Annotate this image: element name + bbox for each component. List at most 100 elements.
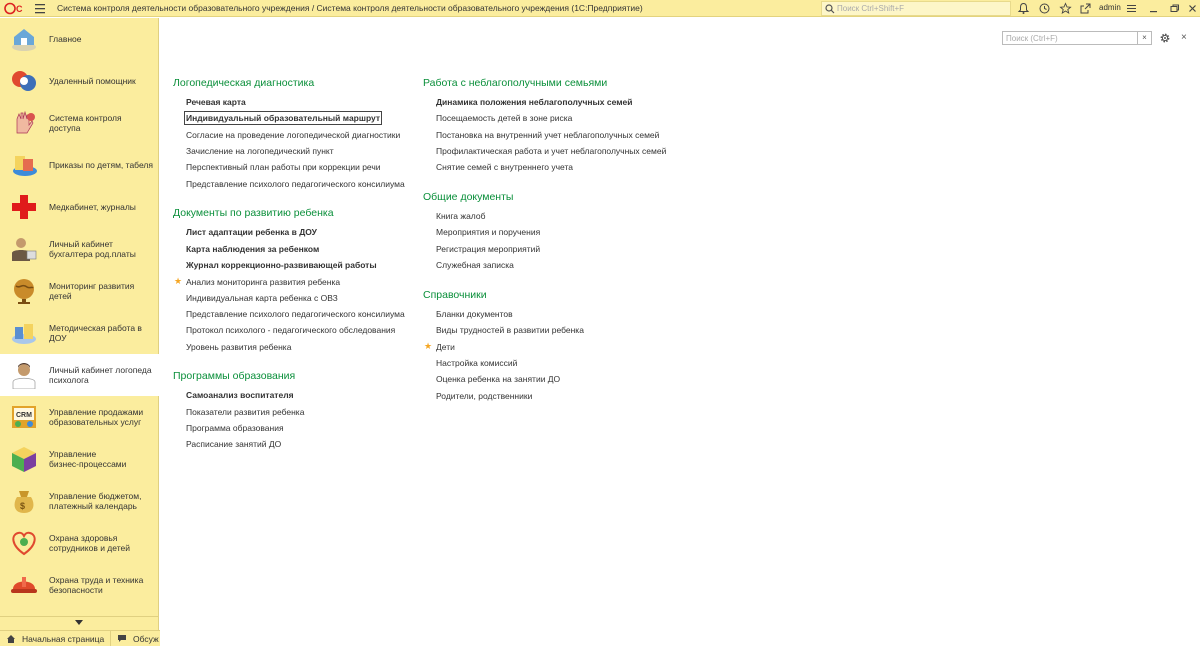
sidebar-item-speech-therapist[interactable]: Личный кабинет логопеда психолога (0, 354, 159, 396)
history-icon[interactable] (1038, 2, 1051, 15)
1c-logo-icon[interactable]: С (4, 2, 28, 15)
link-correction-journal[interactable]: Журнал коррекционно-развивающей работы (186, 260, 377, 270)
link-individual-route[interactable]: Индивидуальный образовательный маршрут (183, 111, 383, 125)
accountant-icon (12, 238, 37, 261)
sidebar-item-label: Личный кабинет логопеда психолога (49, 365, 152, 385)
link-council-presentation[interactable]: Представление психолого педагогического … (186, 179, 405, 189)
remote-assistant-icon (12, 71, 36, 91)
tab-label: Начальная страница (22, 634, 105, 644)
link-correction-plan[interactable]: Перспективный план работы при коррекции … (186, 162, 381, 172)
link-speech-card[interactable]: Речевая карта (186, 97, 246, 107)
link-council-presentation-2[interactable]: Представление психолого педагогического … (186, 309, 405, 319)
close-icon[interactable] (1186, 2, 1199, 15)
link-class-schedule[interactable]: Расписание занятий ДО (186, 439, 281, 449)
section-title-families: Работа с неблагополучными семьями (423, 77, 608, 89)
link-lesson-assessment[interactable]: Оценка ребенка на занятии ДО (436, 374, 560, 384)
link-adaptation-sheet[interactable]: Лист адаптации ребенка в ДОУ (186, 227, 317, 237)
sidebar-item-monitoring[interactable]: Мониторинг развития детей (0, 270, 159, 312)
sidebar-item-accountant[interactable]: Личный кабинет бухгалтера род.платы (0, 228, 159, 270)
home-icon (7, 635, 15, 643)
tab-discussions[interactable]: Обсуж (110, 631, 160, 646)
svg-text:$: $ (20, 501, 25, 511)
sidebar-item-health[interactable]: Охрана здоровья сотрудников и детей (0, 522, 159, 564)
sidebar-item-label: Система контроля доступа (49, 113, 122, 133)
section-title-child-development: Документы по развитию ребенка (173, 207, 334, 219)
minimize-icon[interactable] (1147, 2, 1160, 15)
link-commission-settings[interactable]: Настройка комиссий (436, 358, 517, 368)
sidebar-item-crm[interactable]: CRM Управление продажами образовательных… (0, 396, 159, 438)
link-parents-relatives[interactable]: Родители, родственники (436, 391, 532, 401)
link-enrollment[interactable]: Зачисление на логопедический пункт (186, 146, 334, 156)
link-ovz-card[interactable]: Индивидуальная карта ребенка с ОВЗ (186, 293, 338, 303)
chevron-down-icon (75, 620, 83, 625)
sidebar-item-label: Управление бизнес-процессами (49, 449, 127, 469)
global-search-input[interactable]: Поиск Ctrl+Shift+F (821, 1, 1011, 16)
sidebar-item-label: Мониторинг развития детей (49, 281, 135, 301)
link-memo[interactable]: Служебная записка (436, 260, 514, 270)
sidebar-item-label: Охрана здоровья сотрудников и детей (49, 533, 130, 553)
budget-icon: $ (14, 491, 34, 513)
sidebar-item-label: Управление продажами образовательных усл… (49, 407, 144, 427)
panel-close-button[interactable]: × (1181, 32, 1187, 44)
section-title-education-programs: Программы образования (173, 370, 296, 382)
clear-search-button[interactable]: × (1137, 32, 1151, 44)
link-event-registration[interactable]: Регистрация мероприятий (436, 244, 540, 254)
sidebar-item-main[interactable]: Главное (0, 18, 159, 60)
link-family-dynamics[interactable]: Динамика положения неблагополучных семей (436, 97, 632, 107)
main-menu-icon[interactable] (33, 2, 47, 15)
sidebar-item-labor-safety[interactable]: Охрана труда и техника безопасности (0, 564, 159, 606)
sidebar-scroll-down[interactable] (0, 616, 159, 630)
sidebar-item-label: Методическая работа в ДОУ (49, 323, 142, 343)
link-diagnostics-consent[interactable]: Согласие на проведение логопедической ди… (186, 130, 400, 140)
sidebar-item-label: Охрана труда и техника безопасности (49, 575, 144, 595)
tab-label: Обсуж (133, 634, 159, 644)
link-events-tasks[interactable]: Мероприятия и поручения (436, 227, 540, 237)
safety-helmet-icon (11, 577, 37, 593)
links-icon[interactable] (1079, 2, 1092, 15)
global-search-placeholder: Поиск Ctrl+Shift+F (837, 4, 905, 13)
sidebar-item-access-control[interactable]: Система контроля доступа (0, 102, 159, 144)
sidebar-item-label: Приказы по детям, табеля (49, 160, 153, 170)
link-self-analysis[interactable]: Самоанализ воспитателя (186, 390, 294, 400)
window-title: Система контроля деятельности образовате… (57, 3, 643, 13)
link-examination-protocol[interactable]: Протокол психолого - педагогического обс… (186, 325, 395, 335)
link-development-level[interactable]: Уровень развития ребенка (186, 342, 291, 352)
link-difficulty-types[interactable]: Виды трудностей в развитии ребенка (436, 325, 584, 335)
sidebar-item-label: Удаленный помощник (49, 76, 136, 86)
restore-icon[interactable] (1168, 2, 1181, 15)
link-monitoring-analysis[interactable]: Анализ мониторинга развития ребенка (186, 277, 340, 287)
favorites-star-icon[interactable] (1059, 2, 1072, 15)
home-icon (12, 29, 36, 51)
health-heart-icon (12, 531, 36, 556)
orders-icon (13, 156, 37, 176)
section-title-speech-diagnostics: Логопедическая диагностика (173, 77, 315, 89)
link-internal-registration[interactable]: Постановка на внутренний учет неблагопол… (436, 130, 659, 140)
notification-bell-icon[interactable] (1017, 2, 1030, 15)
link-complaints-book[interactable]: Книга жалоб (436, 211, 485, 221)
sidebar-item-budget[interactable]: $ Управление бюджетом, платежный календа… (0, 480, 159, 522)
sidebar-item-label: Управление бюджетом, платежный календарь (49, 491, 142, 511)
sidebar-item-label: Медкабинет, журналы (49, 202, 136, 212)
link-education-program[interactable]: Программа образования (186, 423, 284, 433)
gear-icon[interactable] (1159, 32, 1171, 44)
sidebar-item-methodical[interactable]: Методическая работа в ДОУ (0, 312, 159, 354)
current-user-label[interactable]: admin (1099, 3, 1121, 12)
link-document-forms[interactable]: Бланки документов (436, 309, 513, 319)
favorite-star-icon: ★ (174, 276, 183, 286)
sidebar-item-orders[interactable]: Приказы по детям, табеля (0, 144, 159, 186)
panel-search-input[interactable]: Поиск (Ctrl+F) × (1002, 31, 1152, 45)
chat-icon (118, 635, 126, 642)
link-observation-card[interactable]: Карта наблюдения за ребенком (186, 244, 319, 254)
sidebar-item-medical[interactable]: Медкабинет, журналы (0, 186, 159, 228)
link-risk-attendance[interactable]: Посещаемость детей в зоне риска (436, 113, 572, 123)
tab-home-page[interactable]: Начальная страница (0, 631, 110, 646)
link-deregistration[interactable]: Снятие семей с внутреннего учета (436, 162, 573, 172)
sidebar-item-business-process[interactable]: Управление бизнес-процессами (0, 438, 159, 480)
link-preventive-work[interactable]: Профилактическая работа и учет неблагопо… (436, 146, 666, 156)
panel-search-placeholder: Поиск (Ctrl+F) (1006, 34, 1058, 43)
link-development-indicators[interactable]: Показатели развития ребенка (186, 407, 304, 417)
link-children[interactable]: Дети (436, 342, 455, 352)
user-menu-icon[interactable] (1125, 2, 1138, 15)
sidebar-item-remote-assistant[interactable]: Удаленный помощник (0, 60, 159, 102)
medical-cross-icon (12, 195, 36, 219)
